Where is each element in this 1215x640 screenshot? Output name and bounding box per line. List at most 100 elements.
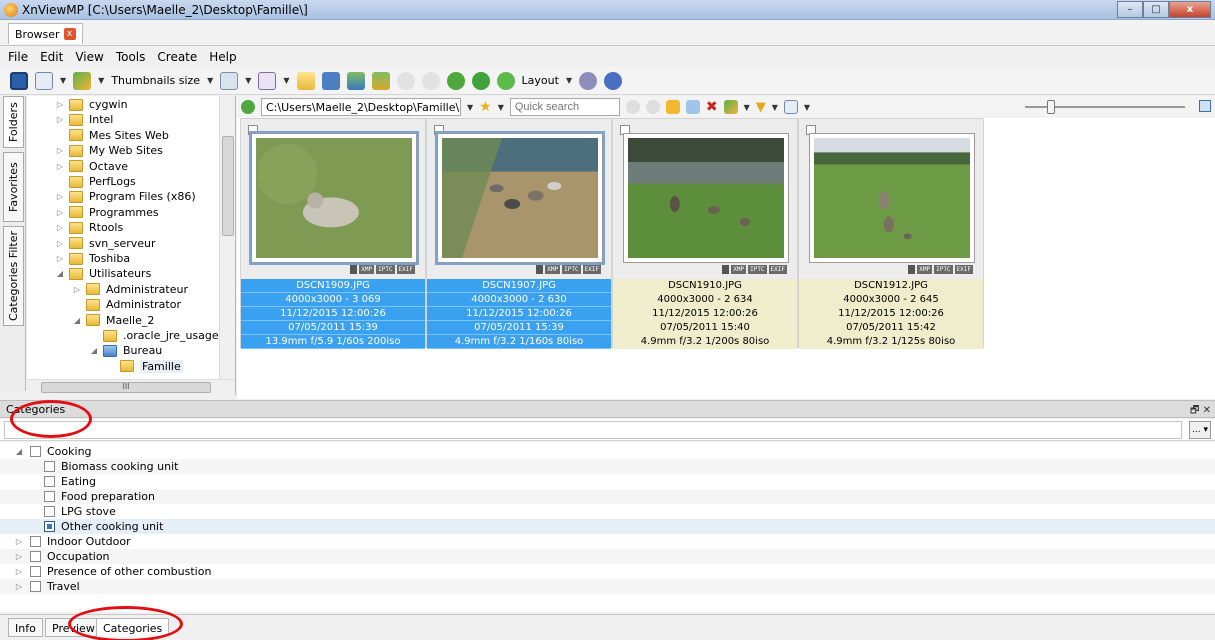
path-dropdown-icon[interactable]: ▼ [467,103,473,112]
tab-info[interactable]: Info [8,618,43,637]
thumbnail-view-dropdown-icon[interactable]: ▼ [804,103,810,112]
tree-item[interactable]: ▷ Programmes [55,205,159,220]
new-folder-icon[interactable] [665,100,680,114]
path-input[interactable]: C:\Users\Maelle_2\Desktop\Famille\ [261,98,461,116]
thumbnail-card[interactable]: XMP IPTC EXIF DSCN1907.JPG 4000x3000 - 2 630… [426,118,612,349]
expand-arrow-icon[interactable]: ▷ [55,162,65,171]
thumbnail-image[interactable] [435,131,605,265]
close-button[interactable]: x [1169,1,1211,18]
category-checkbox[interactable] [44,521,55,532]
category-checkbox[interactable] [30,551,41,562]
categories-filter-input[interactable] [4,421,1182,439]
view-mode-icon[interactable] [35,71,53,90]
panel-float-close-icon[interactable]: 🗗 ✕ [1190,403,1211,420]
help-icon[interactable] [604,71,623,90]
category-checkbox[interactable] [30,536,41,547]
tree-item[interactable]: ◢ Bureau [89,343,162,358]
sort-dropdown-icon[interactable]: ▼ [98,76,104,85]
expand-arrow-icon[interactable]: ▷ [55,100,65,109]
category-item[interactable]: ▷ Presence of other combustion [0,564,1215,579]
menu-tools[interactable]: Tools [116,50,146,64]
category-item[interactable]: ▷ Travel [0,579,1215,594]
expand-arrow-icon[interactable]: ▷ [72,285,82,294]
thumbnail-card[interactable]: XMP IPTC EXIF DSCN1909.JPG 4000x3000 - 3 069… [240,118,426,349]
sort-icon[interactable] [73,71,92,90]
forward-arrow-icon[interactable] [421,71,440,90]
tab-browser[interactable]: Browser x [8,23,83,44]
tree-item[interactable]: ▷ Intel [55,112,113,127]
refresh-icon[interactable] [471,71,490,90]
minimize-button[interactable]: – [1117,1,1143,18]
prev-icon[interactable] [625,100,640,114]
expand-arrow-icon[interactable]: ◢ [72,316,82,325]
expand-arrow-icon[interactable]: ▷ [14,552,24,561]
expand-arrow-icon[interactable]: ▷ [55,223,65,232]
preview-pane-icon[interactable] [321,71,340,90]
tree-item[interactable]: ▷ cygwin [55,97,128,112]
parent-folder-icon[interactable] [446,71,465,90]
favorite-dropdown-icon[interactable]: ▼ [498,103,504,112]
filter-funnel-icon[interactable]: ▼ [756,100,766,115]
tree-item[interactable]: ▷ Administrateur [72,282,188,297]
layout-button[interactable]: Layout [522,74,559,87]
tree-vertical-scrollbar[interactable] [219,96,235,379]
tab-favorites[interactable]: Favorites [3,152,24,222]
expand-arrow-icon[interactable]: ▷ [14,537,24,546]
tree-item[interactable]: Mes Sites Web [55,128,169,143]
scrollbar-thumb[interactable]: III [41,382,211,393]
tab-close-icon[interactable]: x [63,28,76,40]
tree-item[interactable]: PerfLogs [55,174,136,189]
category-item[interactable]: Eating [0,474,1215,489]
tree-item[interactable]: Administrator [72,297,181,312]
tree-item[interactable]: ◢ Maelle_2 [72,313,154,328]
category-item[interactable]: ▷ Indoor Outdoor [0,534,1215,549]
expand-arrow-icon[interactable]: ◢ [89,346,99,355]
menu-file[interactable]: File [8,50,28,64]
expand-arrow-icon[interactable]: ▷ [14,582,24,591]
expand-arrow-icon[interactable]: ▷ [55,208,65,217]
bookmark-icon[interactable] [258,71,277,90]
next-icon[interactable] [645,100,660,114]
rename-icon[interactable] [685,100,700,114]
scrollbar-thumb[interactable] [222,136,234,236]
category-item[interactable]: ◢ Cooking [0,444,1215,459]
folder-tree-icon[interactable] [296,71,315,90]
category-item[interactable]: LPG stove [0,504,1215,519]
tree-item[interactable]: ▷ Rtools [55,220,123,235]
category-item[interactable]: Other cooking unit [0,519,1215,534]
menu-help[interactable]: Help [209,50,236,64]
expand-arrow-icon[interactable]: ▷ [55,239,65,248]
go-up-icon[interactable] [241,100,255,114]
category-checkbox[interactable] [30,581,41,592]
panel-layout-icon[interactable] [346,71,365,90]
tree-item[interactable]: ▷ Toshiba [55,251,130,266]
sort-by-dropdown-icon[interactable]: ▼ [744,103,750,112]
tree-item[interactable]: .oracle_jre_usage [89,328,219,343]
category-checkbox[interactable] [44,506,55,517]
tab-folders[interactable]: Folders [3,96,24,148]
tree-item[interactable]: ▷ Octave [55,159,128,174]
expand-arrow-icon[interactable]: ◢ [14,447,24,456]
expand-arrow-icon[interactable]: ▷ [55,115,65,124]
thumbnail-view-icon[interactable] [783,100,798,114]
filter-icon[interactable] [220,71,239,90]
tree-item[interactable]: ◢ Utilisateurs [55,266,151,281]
expand-arrow-icon[interactable]: ◢ [55,269,65,278]
back-arrow-icon[interactable] [396,71,415,90]
panel-toggle-icon[interactable] [1199,100,1211,112]
thumbnail-card[interactable]: XMP IPTC EXIF DSCN1910.JPG 4000x3000 - 2 634… [612,118,798,349]
tree-horizontal-scrollbar[interactable]: III [27,379,235,395]
sort-by-icon[interactable] [723,100,738,114]
thumbnail-image[interactable] [249,131,419,265]
category-item[interactable]: Biomass cooking unit [0,459,1215,474]
quick-search-input[interactable] [509,98,620,116]
settings-gear-icon[interactable] [579,71,598,90]
category-item[interactable]: ▷ Occupation [0,549,1215,564]
delete-icon[interactable]: ✖ [706,99,718,115]
thumbnails-size-button[interactable]: Thumbnails size [111,74,200,87]
expand-arrow-icon[interactable]: ▷ [55,192,65,201]
favorite-star-icon[interactable]: ★ [479,99,492,115]
thumbnail-image[interactable] [809,133,975,263]
tree-item[interactable]: ▷ Program Files (x86) [55,189,196,204]
category-checkbox[interactable] [44,461,55,472]
